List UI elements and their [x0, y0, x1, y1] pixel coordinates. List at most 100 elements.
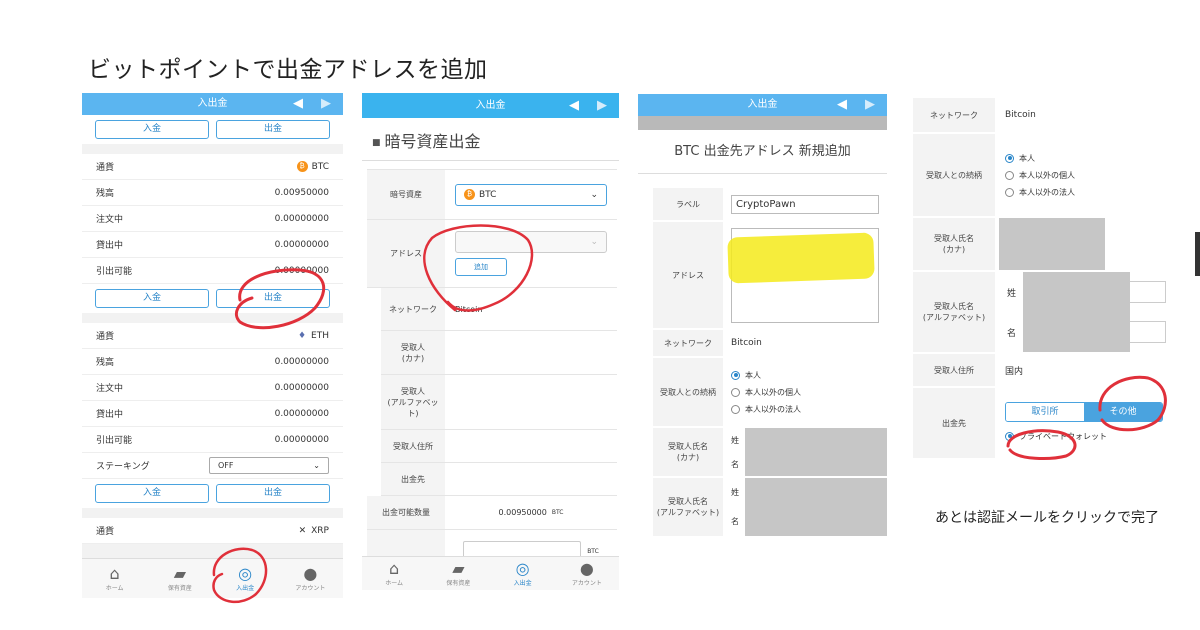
private-wallet-radio[interactable]: プライベートウォレット [1005, 431, 1166, 442]
given-name-label: 名 [731, 517, 739, 526]
forward-arrow-icon[interactable]: ▶ [597, 93, 607, 118]
available-label: 引出可能 [96, 267, 133, 277]
tab-label: アカウント [571, 580, 602, 587]
destination-exchange-option[interactable]: 取引所 [1006, 402, 1084, 421]
tab-holdings[interactable]: ▰ 保有資産 [433, 559, 483, 588]
tab-account[interactable]: ● アカウント [562, 559, 612, 588]
new-address-form: ラベル CryptoPawn アドレス ネットワーク Bitcoin 受取人との続柄… [653, 188, 887, 538]
ordering-label: 注文中 [96, 384, 124, 394]
relation-radio-other-corp[interactable]: 本人以外の法人 [731, 404, 879, 415]
chevron-down-icon: ⌄ [590, 237, 598, 247]
destination-other-option[interactable]: その他 [1084, 402, 1162, 421]
relation-radio-self[interactable]: 本人 [1005, 153, 1166, 164]
destination-label: 出金先 [942, 418, 966, 428]
withdraw-button[interactable]: 出金 [216, 120, 330, 139]
nav-header: 入出金 ◀ ▶ [362, 93, 619, 118]
staking-select[interactable]: OFF ⌄ [209, 457, 329, 474]
destination-segmented-control: 取引所 その他 [1005, 401, 1163, 422]
withdrawable-value: 0.00950000 [498, 508, 547, 517]
network-value: Bitcoin [723, 330, 887, 356]
lending-value: 0.00000000 [274, 408, 329, 419]
lending-label: 貸出中 [96, 410, 124, 420]
back-arrow-icon[interactable]: ◀ [293, 93, 303, 115]
amount-unit: BTC [587, 548, 599, 555]
bottom-tab-bar: ⌂ ホーム ▰ 保有資産 ◎ 入出金 ● アカウント [362, 556, 619, 590]
currency-label: 通貨 [96, 163, 115, 173]
bottom-tab-bar: ⌂ ホーム ▰ 保有資産 ◎ 入出金 ● アカウント [82, 558, 343, 598]
relation-label: 受取人との続柄 [926, 170, 982, 180]
deposit-button[interactable]: 入金 [95, 120, 209, 139]
address-select[interactable]: ⌄ [455, 231, 607, 253]
ethereum-icon: ♦ [297, 330, 307, 341]
surname-label: 姓 [1007, 288, 1017, 299]
relation-radio-other-person[interactable]: 本人以外の個人 [731, 387, 879, 398]
tab-holdings[interactable]: ▰ 保有資産 [155, 565, 205, 593]
bitcoin-icon: ₿ [296, 161, 308, 172]
available-value: 0.00000000 [274, 434, 329, 445]
radio-label: 本人以外の法人 [1019, 187, 1075, 197]
nav-header-title: 入出金 [197, 98, 228, 109]
redacted-name-block [999, 218, 1105, 270]
label-label: ラベル [676, 199, 700, 209]
currency-label: 通貨 [96, 527, 115, 537]
forward-arrow-icon[interactable]: ▶ [321, 93, 331, 115]
address-textarea[interactable] [727, 227, 879, 323]
tab-inout[interactable]: ◎ 入出金 [220, 564, 270, 593]
btc-action-row: 入金 出金 [82, 284, 343, 313]
page-title: ビットポイントで出金アドレスを追加 [88, 57, 488, 83]
given-name-label: 名 [1007, 328, 1017, 339]
coin-transfer-icon: ◎ [238, 564, 253, 583]
lending-value: 0.00000000 [274, 239, 329, 250]
network-value: Bitcoin [995, 98, 1176, 132]
back-arrow-icon[interactable]: ◀ [569, 93, 579, 118]
crypto-select[interactable]: ₿ BTC ⌄ [455, 183, 607, 206]
forward-arrow-icon[interactable]: ▶ [865, 94, 875, 116]
back-arrow-icon[interactable]: ◀ [837, 94, 847, 116]
withdrawable-label: 出金可能数量 [367, 496, 445, 529]
xrp-icon: ✕ [298, 525, 307, 536]
tab-account[interactable]: ● アカウント [285, 565, 335, 593]
address-value: 国内 [995, 354, 1176, 386]
relation-radio-self[interactable]: 本人 [731, 370, 879, 381]
network-label: ネットワーク [381, 288, 445, 330]
eth-deposit-button[interactable]: 入金 [95, 484, 209, 503]
add-address-button[interactable]: 追加 [455, 258, 507, 276]
recipient-alpha-label: 受取人 (アルファベット) [381, 375, 445, 429]
radio-label: 本人以外の個人 [745, 387, 801, 397]
staking-label: ステーキング [96, 462, 150, 472]
btc-withdraw-button[interactable]: 出金 [216, 289, 330, 308]
top-action-row: 入金 出金 [82, 115, 343, 144]
tab-home[interactable]: ⌂ ホーム [90, 564, 140, 593]
user-icon: ● [579, 559, 594, 578]
radio-label: 本人 [1019, 153, 1035, 163]
section-title: ■ 暗号資産出金 [362, 118, 619, 161]
staking-value: OFF [218, 461, 234, 470]
currency-value: XRP [311, 525, 329, 536]
home-icon: ⌂ [109, 564, 120, 583]
tab-inout[interactable]: ◎ 入出金 [498, 560, 548, 588]
nav-header: 入出金 ◀ ▶ [82, 93, 343, 115]
wallet-icon: ▰ [452, 559, 465, 578]
surname-label: 姓 [731, 488, 739, 497]
home-icon: ⌂ [389, 559, 400, 578]
redacted-name-block [745, 478, 887, 536]
page: ビットポイントで出金アドレスを追加 入出金 ◀ ▶ 入金 出金 通貨 ₿ BTC 残… [0, 0, 1200, 630]
btc-deposit-button[interactable]: 入金 [95, 289, 209, 308]
destination-label: 出金先 [381, 463, 445, 495]
crypto-value: BTC [479, 190, 497, 200]
relation-radio-other-person[interactable]: 本人以外の個人 [1005, 170, 1166, 181]
radio-checked-icon [1005, 153, 1014, 163]
redacted-name-block [1023, 272, 1130, 352]
radio-checked-icon [731, 370, 740, 380]
wallet-list-panel: 入出金 ◀ ▶ 入金 出金 通貨 ₿ BTC 残高 0.00950000 注文中 0.0… [82, 93, 343, 598]
relation-radio-other-corp[interactable]: 本人以外の法人 [1005, 187, 1166, 198]
chevron-down-icon: ⌄ [590, 189, 598, 200]
currency-value: ETH [311, 330, 329, 341]
eth-withdraw-button[interactable]: 出金 [216, 484, 330, 503]
label-input[interactable]: CryptoPawn [731, 194, 879, 214]
tab-home[interactable]: ⌂ ホーム [369, 559, 419, 588]
network-label: ネットワーク [664, 338, 712, 348]
network-label: ネットワーク [930, 110, 978, 120]
currency-value: BTC [311, 162, 329, 172]
btc-card: 通貨 ₿ BTC 残高 0.00950000 注文中 0.00000000 貸出中 0.0… [82, 154, 343, 313]
